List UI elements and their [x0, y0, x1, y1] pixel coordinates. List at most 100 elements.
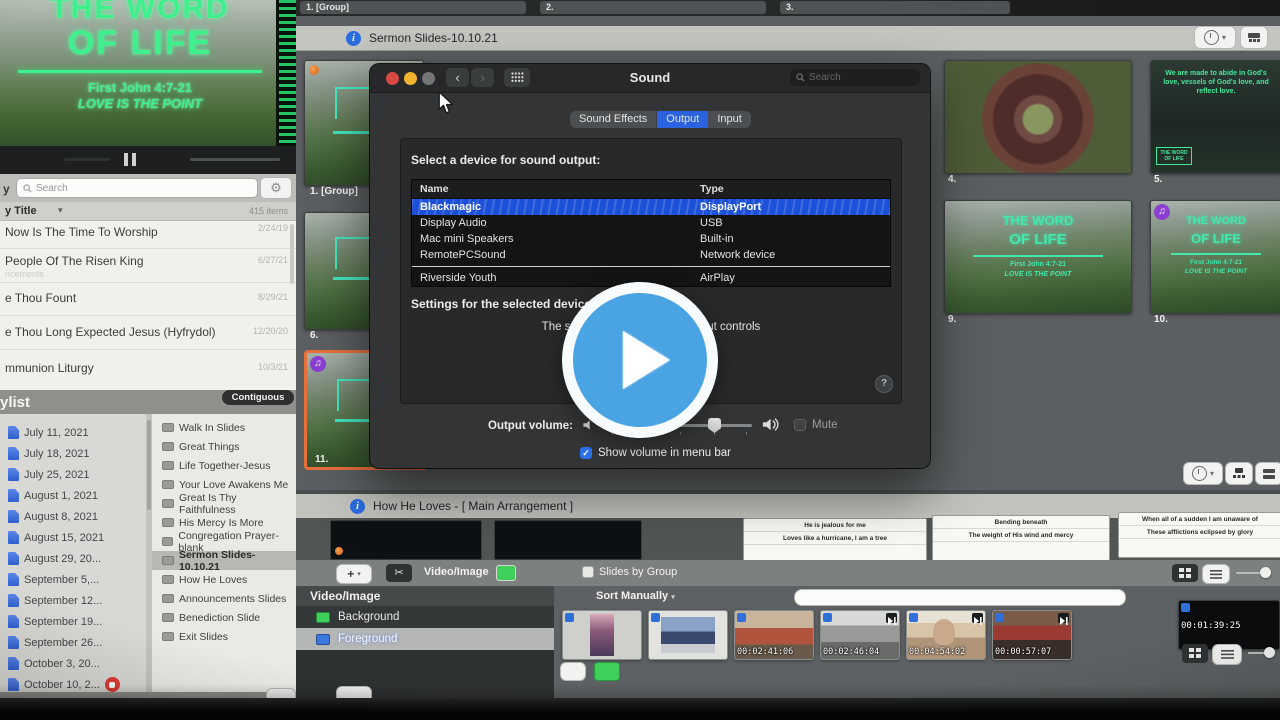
- media-search-input[interactable]: [794, 589, 1126, 606]
- media-thumbnail[interactable]: 00:01:39:25: [1178, 600, 1280, 650]
- playlist-date-item[interactable]: August 1, 2021: [0, 485, 146, 506]
- info-icon[interactable]: i: [346, 30, 361, 46]
- show-volume-checkbox[interactable]: ✓: [580, 447, 592, 459]
- playlist-date-item[interactable]: September 5,...: [0, 569, 146, 590]
- slides-icon: [162, 461, 174, 470]
- library-sort-header[interactable]: y Title ▾ 415 items: [0, 202, 296, 221]
- pause-icon[interactable]: [122, 153, 138, 171]
- playlist-date-item[interactable]: August 15, 2021: [0, 527, 146, 548]
- device-table-header[interactable]: Name Type: [412, 180, 890, 199]
- library-search-input[interactable]: Search: [16, 178, 258, 198]
- add-slide-button[interactable]: + ▾: [336, 564, 372, 584]
- arrangement-lyric-slide[interactable]: He is jealous for me Loves like a hurric…: [743, 518, 927, 564]
- foreground-bin-item-selected[interactable]: Foreground: [296, 628, 554, 650]
- arrangement-lyric-slide[interactable]: Bending beneath The weight of His wind a…: [932, 515, 1110, 561]
- window-titlebar[interactable]: ‹ › Sound Search: [370, 64, 930, 93]
- volume-slider-thumb[interactable]: [708, 418, 721, 433]
- background-icon: [316, 611, 330, 623]
- tab-output[interactable]: Output: [657, 111, 709, 128]
- stage-preview[interactable]: THE WORD OF LIFE First John 4:7-21 LOVE …: [0, 0, 296, 146]
- playlist-date-item[interactable]: July 25, 2021: [0, 464, 146, 485]
- strip-slide-cell[interactable]: 3.: [780, 1, 1010, 14]
- video-progress-bar[interactable]: [190, 158, 280, 161]
- playlist-date-item[interactable]: July 11, 2021: [0, 422, 146, 443]
- media-thumbnail[interactable]: [648, 610, 728, 660]
- grid-view-button[interactable]: [1240, 26, 1268, 49]
- device-row[interactable]: Mac mini Speakers Built-in: [412, 231, 890, 247]
- timer-button[interactable]: ▾: [1194, 26, 1236, 49]
- bin-go-button[interactable]: [594, 662, 620, 681]
- bin-action-button[interactable]: [560, 662, 586, 681]
- library-song-row[interactable]: People Of The Risen King 6/27/21 ncement…: [0, 248, 296, 283]
- arrangement-lyric-slide[interactable]: When all of a sudden I am unaware of The…: [1118, 512, 1280, 558]
- media-thumbnail[interactable]: 00:00:57:07: [992, 610, 1072, 660]
- display-button[interactable]: [1225, 462, 1253, 485]
- playlist-item[interactable]: How He Loves: [152, 570, 296, 589]
- library-scrollbar[interactable]: [290, 224, 294, 284]
- strip-slide-cell[interactable]: 2.: [540, 1, 766, 14]
- video-play-button-overlay[interactable]: [562, 282, 718, 438]
- library-song-row[interactable]: e Thou Fount 8/29/21: [0, 282, 296, 316]
- playlist-date-item[interactable]: August 29, 20...: [0, 548, 146, 569]
- slide-thumbnail-5[interactable]: We are made to abide in God's love, vess…: [1150, 60, 1280, 174]
- playlist-date-item[interactable]: September 12...: [0, 590, 146, 611]
- library-song-row[interactable]: mmunion Liturgy 10/3/21: [0, 349, 296, 389]
- tab-input[interactable]: Input: [708, 111, 750, 128]
- mute-checkbox[interactable]: [794, 419, 806, 431]
- grid-view-toggle[interactable]: [1182, 644, 1208, 663]
- arrangement-slide-blank[interactable]: [494, 520, 642, 560]
- library-song-row[interactable]: e Thou Long Expected Jesus (Hyfrydol) 12…: [0, 315, 296, 350]
- sort-manually-dropdown[interactable]: Sort Manually ▾: [596, 590, 675, 602]
- media-badge-icon: [909, 613, 918, 622]
- green-color-swatch[interactable]: [496, 565, 516, 581]
- playlist-item[interactable]: Benediction Slide: [152, 608, 296, 627]
- library-sort-label: y Title: [5, 205, 37, 217]
- playlist-item-selected[interactable]: Sermon Slides-10.10.21: [152, 549, 296, 573]
- playlist-date-item[interactable]: July 18, 2021: [0, 443, 146, 464]
- list-view-toggle[interactable]: [1202, 564, 1230, 584]
- timer-button[interactable]: ▾: [1183, 462, 1223, 485]
- slider-knob[interactable]: [1260, 567, 1271, 578]
- strip-slide-cell[interactable]: 1. [Group]: [300, 1, 526, 14]
- help-button[interactable]: ?: [875, 375, 893, 393]
- grid-view-button[interactable]: [1255, 462, 1280, 485]
- playlist-item[interactable]: Great Is Thy Faithfulness: [152, 492, 296, 516]
- playlist-date-item[interactable]: August 8, 2021: [0, 506, 146, 527]
- playlist-date-item[interactable]: September 26...: [0, 632, 146, 653]
- library-song-row[interactable]: Now Is The Time To Worship 2/24/19: [0, 220, 296, 249]
- arrangement-slide-blank[interactable]: [330, 520, 482, 560]
- media-thumbnail[interactable]: 00:02:41:06: [734, 610, 814, 660]
- device-row[interactable]: RemotePCSound Network device: [412, 247, 890, 263]
- slide-thumbnail-4[interactable]: [944, 60, 1132, 174]
- library-items-count: 415 items: [248, 206, 288, 216]
- slides-by-group-checkbox[interactable]: [582, 566, 594, 578]
- list-view-toggle[interactable]: [1212, 644, 1242, 665]
- media-thumbnail[interactable]: [562, 610, 642, 660]
- playlist-item[interactable]: Announcements Slides: [152, 589, 296, 608]
- info-icon[interactable]: i: [350, 498, 365, 514]
- cut-button[interactable]: ✂: [386, 564, 412, 582]
- media-bin: Sort Manually ▾ 00:02:41:06 00:02:46:04 …: [554, 586, 1280, 698]
- library-settings-button[interactable]: ⚙: [260, 177, 292, 199]
- playlist-date-item[interactable]: September 19...: [0, 611, 146, 632]
- slide-thumbnail-10[interactable]: ♫ THE WORD OF LIFE First John 4:7-21 LOV…: [1150, 200, 1280, 314]
- tab-sound-effects[interactable]: Sound Effects: [570, 111, 658, 128]
- background-bin-item[interactable]: Background: [296, 606, 554, 628]
- device-row-selected[interactable]: Blackmagic DisplayPort: [412, 199, 890, 215]
- grid-view-toggle[interactable]: [1172, 564, 1198, 582]
- playlist-item[interactable]: Life Together-Jesus: [152, 456, 296, 475]
- slide-thumbnail-9[interactable]: THE WORD OF LIFE First John 4:7-21 LOVE …: [944, 200, 1132, 314]
- slider-knob[interactable]: [1264, 647, 1275, 658]
- media-thumbnail[interactable]: 00:04:54:02: [906, 610, 986, 660]
- window-search-input[interactable]: Search: [790, 69, 920, 86]
- playlist-date-item[interactable]: October 3, 20...: [0, 653, 146, 674]
- thumbnail-size-slider[interactable]: [1248, 647, 1275, 658]
- playlist-item[interactable]: Walk In Slides: [152, 418, 296, 437]
- device-table: Name Type Blackmagic DisplayPort Display…: [411, 179, 891, 287]
- playlist-item[interactable]: Great Things: [152, 437, 296, 456]
- device-row[interactable]: Display Audio USB: [412, 215, 890, 231]
- media-thumbnail[interactable]: 00:02:46:04: [820, 610, 900, 660]
- thumbnail-size-slider[interactable]: [1236, 567, 1271, 578]
- playlist-item[interactable]: Exit Slides: [152, 627, 296, 646]
- song-title: e Thou Fount: [5, 291, 77, 305]
